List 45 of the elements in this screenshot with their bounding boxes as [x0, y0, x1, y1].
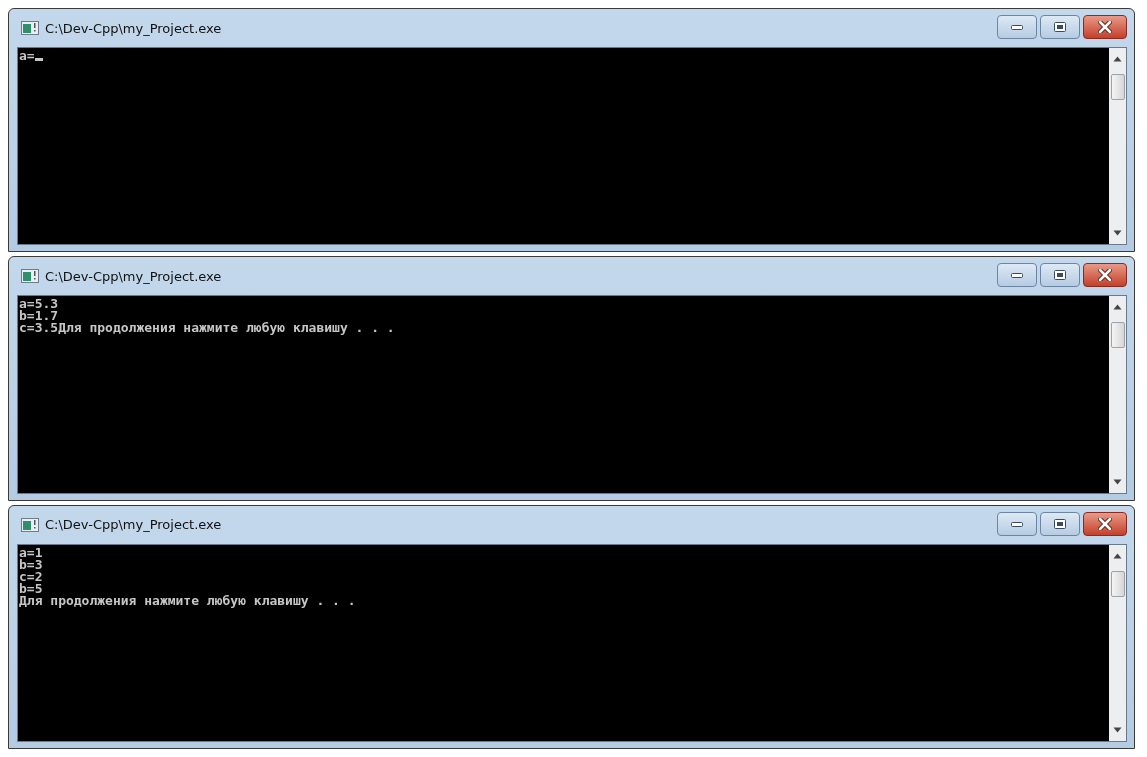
- console-line: c=2: [19, 570, 43, 583]
- scroll-up-icon[interactable]: [1113, 56, 1122, 62]
- scroll-thumb[interactable]: [1110, 322, 1125, 349]
- close-button[interactable]: [1083, 511, 1127, 536]
- app-icon: [21, 517, 39, 532]
- scroll-down-icon[interactable]: [1113, 727, 1122, 733]
- close-icon: [1098, 517, 1112, 530]
- window-title: C:\Dev-Cpp\my_Project.exe: [45, 517, 222, 533]
- minimize-button[interactable]: [997, 15, 1037, 39]
- scroll-thumb[interactable]: [1110, 74, 1125, 100]
- minimize-button[interactable]: [997, 263, 1037, 288]
- maximize-button[interactable]: [1040, 511, 1080, 536]
- maximize-icon: [1054, 270, 1066, 281]
- minimize-icon: [1011, 24, 1023, 30]
- close-button[interactable]: [1083, 15, 1127, 39]
- app-icon: [21, 269, 39, 284]
- console-line: c=3.5Для продолжения нажмите любую клавишу . . .: [19, 322, 395, 335]
- console-line: Для продолжения нажмите любую клавишу . . .: [19, 594, 356, 607]
- console-line: b=5: [19, 582, 43, 595]
- scroll-down-icon[interactable]: [1113, 478, 1122, 485]
- scrollbar[interactable]: [1109, 296, 1126, 493]
- maximize-button[interactable]: [1040, 15, 1080, 39]
- maximize-icon: [1054, 22, 1066, 32]
- console-line: b=1.7: [19, 310, 59, 323]
- scrollbar[interactable]: [1109, 48, 1126, 245]
- scrollbar[interactable]: [1109, 544, 1126, 741]
- console-line: a=5.3: [19, 298, 59, 311]
- console-line: a=1: [19, 546, 43, 559]
- scroll-down-icon[interactable]: [1113, 230, 1122, 237]
- close-button[interactable]: [1083, 263, 1127, 288]
- scroll-up-icon[interactable]: [1113, 552, 1122, 559]
- maximize-icon: [1054, 518, 1066, 529]
- window-title: C:\Dev-Cpp\my_Project.exe: [45, 20, 222, 36]
- window-title: C:\Dev-Cpp\my_Project.exe: [45, 268, 222, 284]
- console-line: b=3: [19, 558, 43, 571]
- minimize-icon: [1011, 272, 1023, 279]
- maximize-button[interactable]: [1040, 263, 1080, 288]
- console-line: a=: [19, 50, 35, 62]
- app-icon: [21, 21, 39, 35]
- minimize-icon: [1011, 520, 1023, 527]
- close-icon: [1098, 269, 1112, 282]
- scroll-up-icon[interactable]: [1113, 304, 1122, 311]
- minimize-button[interactable]: [997, 511, 1037, 536]
- scroll-thumb[interactable]: [1110, 570, 1125, 597]
- close-icon: [1098, 21, 1112, 33]
